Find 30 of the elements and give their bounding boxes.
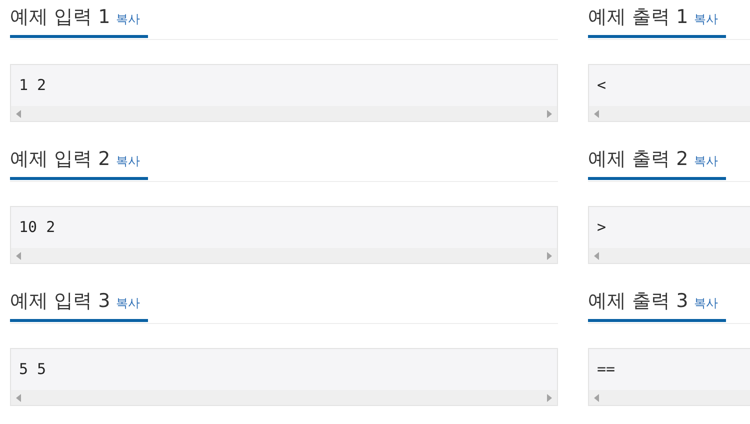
copy-link[interactable]: 복사 — [694, 295, 718, 312]
sample-text: 5 5 — [18, 359, 48, 380]
scroll-right-icon[interactable] — [546, 252, 552, 260]
sample-text: 10 2 — [18, 217, 56, 238]
horizontal-scrollbar[interactable] — [11, 106, 557, 121]
scroll-left-icon[interactable] — [594, 110, 600, 118]
scroll-right-icon[interactable] — [546, 394, 552, 402]
copy-link[interactable]: 복사 — [116, 11, 140, 28]
scroll-left-icon[interactable] — [594, 394, 600, 402]
section-title: 예제 출력 2 — [588, 147, 688, 172]
section-title: 예제 입력 1 — [10, 5, 110, 30]
section-title: 예제 입력 3 — [10, 289, 110, 314]
scroll-left-icon[interactable] — [16, 394, 22, 402]
horizontal-scrollbar[interactable] — [11, 390, 557, 405]
section-title: 예제 출력 3 — [588, 289, 688, 314]
scroll-left-icon[interactable] — [16, 110, 22, 118]
copy-link[interactable]: 복사 — [694, 153, 718, 170]
copy-link[interactable]: 복사 — [116, 153, 140, 170]
sample-text: < — [596, 75, 608, 96]
sample-text: > — [596, 217, 608, 238]
section-title: 예제 출력 1 — [588, 5, 688, 30]
scroll-left-icon[interactable] — [16, 252, 22, 260]
copy-link[interactable]: 복사 — [694, 11, 718, 28]
horizontal-scrollbar[interactable] — [11, 248, 557, 263]
sample-text: 1 2 — [18, 75, 48, 96]
scroll-right-icon[interactable] — [546, 110, 552, 118]
section-title: 예제 입력 2 — [10, 147, 110, 172]
scroll-left-icon[interactable] — [594, 252, 600, 260]
sample-text: == — [596, 359, 616, 380]
copy-link[interactable]: 복사 — [116, 295, 140, 312]
